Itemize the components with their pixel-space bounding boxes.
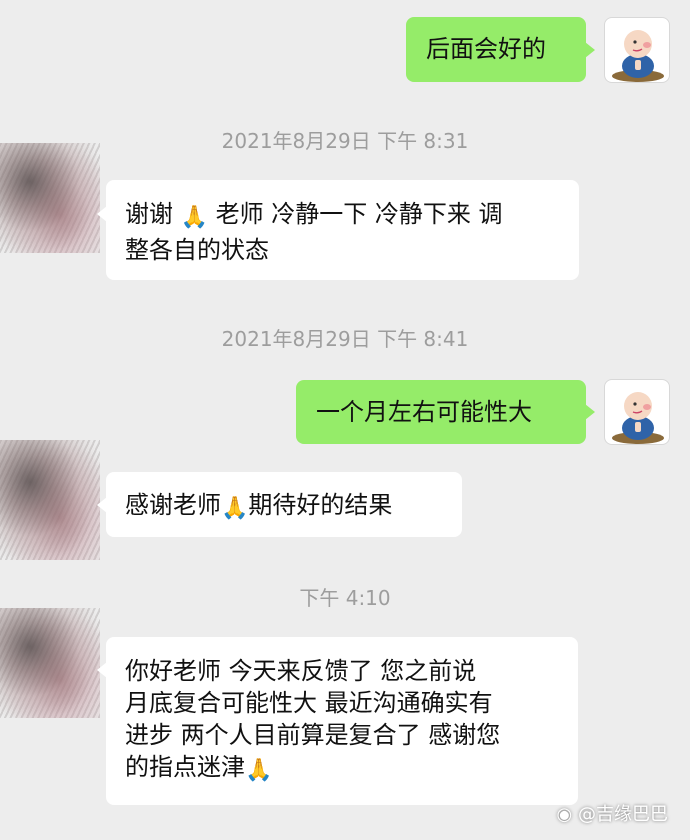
chat-bubble-other[interactable]: 谢谢 🙏 老师 冷静一下 冷静下来 调 整各自的状态 [106, 180, 579, 280]
self-avatar[interactable] [604, 379, 670, 445]
message-text: 的指点迷津 [125, 753, 245, 781]
contact-avatar[interactable] [0, 143, 100, 253]
chat-bubble-self[interactable]: 后面会好的 [406, 17, 586, 82]
chat-bubble-self[interactable]: 一个月左右可能性大 [296, 380, 586, 444]
message-text: 一个月左右可能性大 [316, 398, 532, 426]
contact-avatar[interactable] [0, 440, 100, 560]
self-avatar[interactable] [604, 17, 670, 83]
message-line: 月底复合可能性大 最近沟通确实有 [125, 689, 493, 717]
folded-hands-icon: 🙏 [180, 205, 209, 230]
timestamp: 下午 4:10 [299, 586, 391, 610]
weibo-icon: ◉ [556, 804, 573, 825]
chat-bubble-other[interactable]: 感谢老师🙏期待好的结果 [106, 472, 462, 537]
watermark: ◉ @吉缘巴巴 [557, 800, 668, 826]
bubble-tail [585, 404, 595, 420]
message-text: 后面会好的 [426, 35, 546, 63]
bubble-tail [585, 42, 595, 58]
folded-hands-icon: 🙏 [221, 496, 249, 521]
message-line: 进步 两个人目前算是复合了 感谢您 [125, 721, 501, 749]
timestamp: 2021年8月29日 下午 8:41 [221, 327, 469, 351]
cartoon-monk-avatar-icon [612, 30, 664, 82]
cartoon-monk-avatar-icon [612, 392, 664, 444]
message-text: 老师 冷静一下 冷静下来 调 [208, 200, 503, 228]
message-line: 整各自的状态 [125, 236, 269, 264]
message-line: 谢谢 🙏 老师 冷静一下 冷静下来 调 [125, 198, 579, 234]
message-text: 期待好的结果 [248, 491, 393, 519]
message-line: 的指点迷津🙏 [125, 751, 578, 787]
message-text: 感谢老师 [125, 491, 221, 519]
contact-avatar[interactable] [0, 608, 100, 718]
message-line: 你好老师 今天来反馈了 您之前说 [125, 657, 477, 685]
folded-hands-icon: 🙏 [245, 758, 273, 783]
message-text: 谢谢 [125, 200, 181, 228]
watermark-text: @吉缘巴巴 [578, 804, 668, 825]
timestamp: 2021年8月29日 下午 8:31 [221, 129, 469, 153]
chat-bubble-other[interactable]: 你好老师 今天来反馈了 您之前说 月底复合可能性大 最近沟通确实有 进步 两个人… [106, 637, 578, 805]
